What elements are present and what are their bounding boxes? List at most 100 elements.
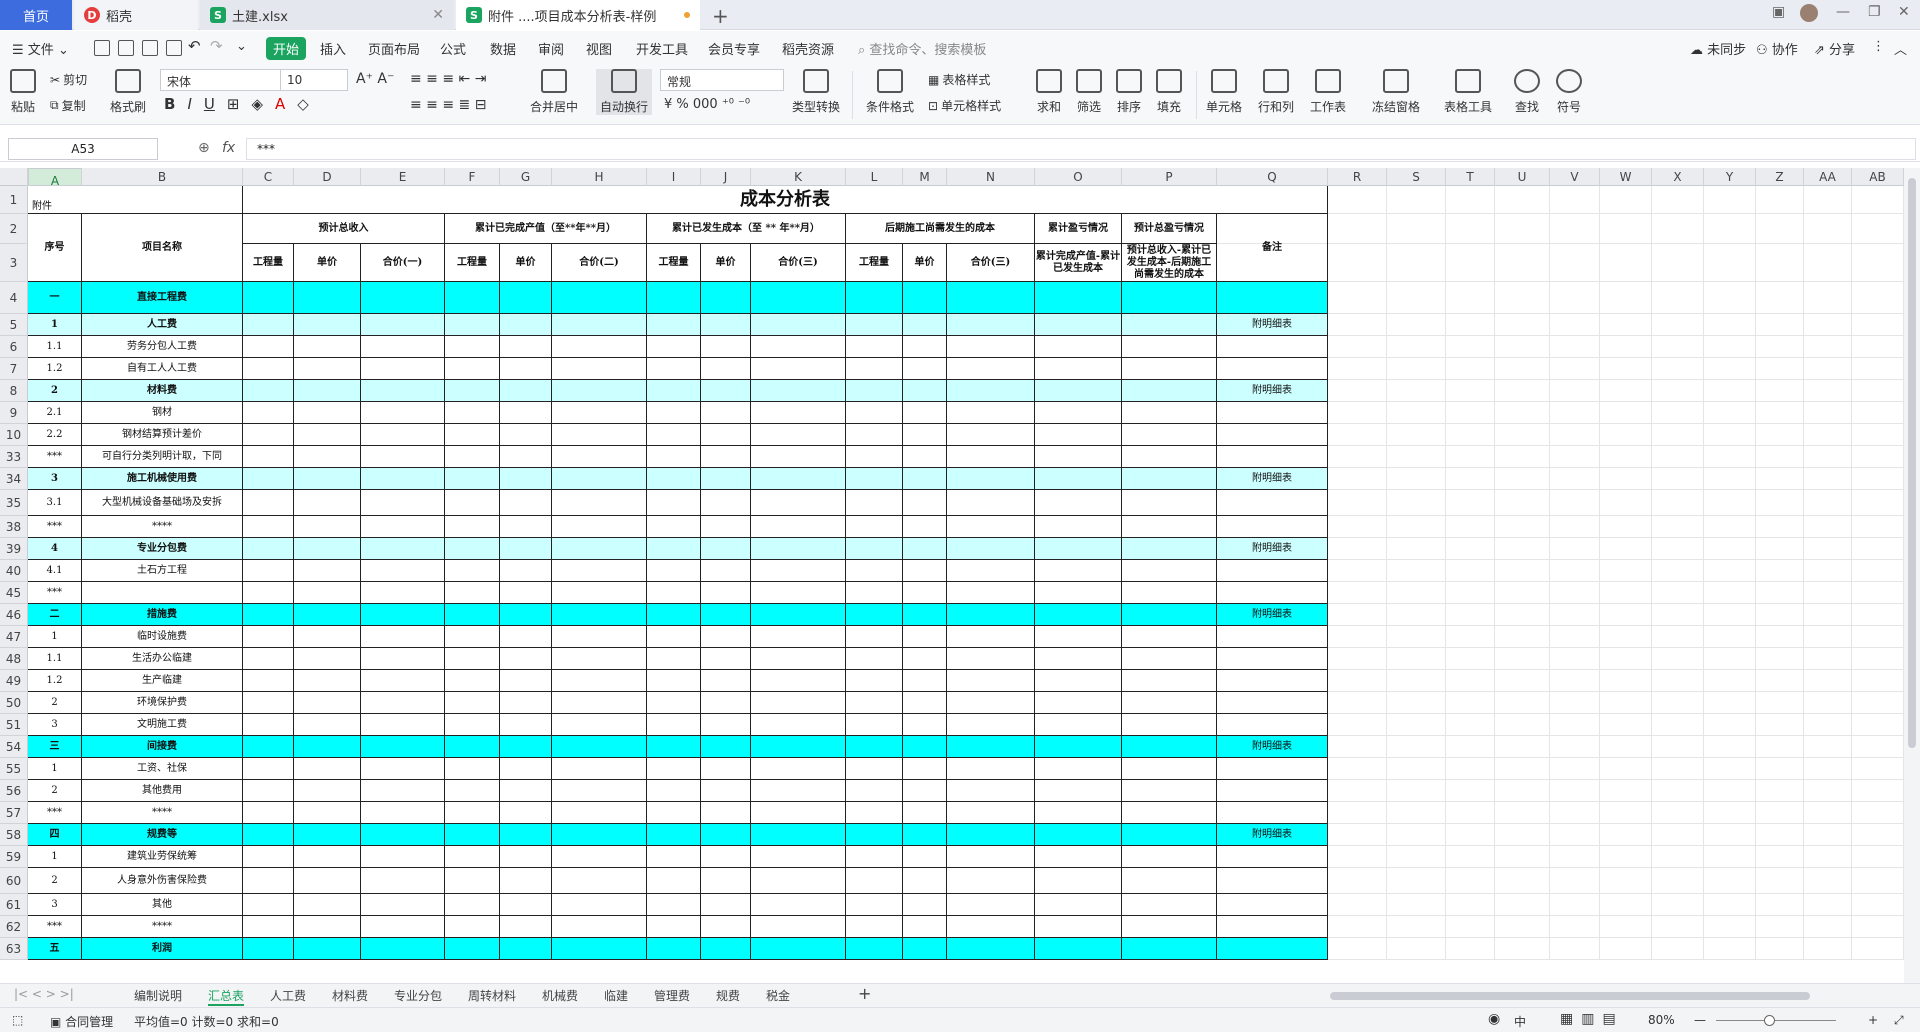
empty-cell[interactable]	[1446, 692, 1495, 714]
empty-cell[interactable]	[1550, 244, 1600, 282]
bold-icon[interactable]: B	[164, 95, 175, 113]
header-sub[interactable]: 预计总收入-累计已发生成本-后期施工尚需发生的成本	[1122, 244, 1217, 282]
table-cell[interactable]	[243, 780, 294, 802]
table-cell[interactable]	[500, 604, 552, 626]
share-button[interactable]: ⇗ 分享	[1814, 39, 1855, 58]
table-cell[interactable]	[243, 670, 294, 692]
empty-cell[interactable]	[1704, 916, 1756, 938]
empty-cell[interactable]	[1704, 424, 1756, 446]
close-window-icon[interactable]: ✕	[1898, 4, 1910, 20]
table-cell[interactable]	[846, 282, 903, 314]
empty-cell[interactable]	[1387, 604, 1446, 626]
table-cell[interactable]	[552, 824, 647, 846]
empty-cell[interactable]	[1756, 560, 1804, 582]
table-cell[interactable]	[647, 516, 701, 538]
table-cell[interactable]	[243, 626, 294, 648]
empty-cell[interactable]	[1852, 468, 1904, 490]
note-cell[interactable]	[1217, 758, 1328, 780]
number-format-select[interactable]: 常规	[660, 69, 784, 91]
table-cell[interactable]	[701, 358, 751, 380]
seq-cell[interactable]: 1.1	[28, 336, 82, 358]
empty-cell[interactable]	[1446, 314, 1495, 336]
table-cell[interactable]	[243, 560, 294, 582]
table-cell[interactable]	[552, 626, 647, 648]
row-header[interactable]: 55	[0, 758, 28, 780]
empty-cell[interactable]	[1756, 538, 1804, 560]
column-header-o[interactable]: O	[1035, 168, 1122, 186]
table-cell[interactable]	[1035, 358, 1122, 380]
empty-cell[interactable]	[1804, 626, 1852, 648]
row-header[interactable]: 57	[0, 802, 28, 824]
quick-access-more-icon[interactable]: ⌄	[236, 39, 247, 54]
table-cell[interactable]	[701, 868, 751, 894]
empty-cell[interactable]	[1804, 714, 1852, 736]
table-cell[interactable]	[445, 626, 500, 648]
empty-cell[interactable]	[1550, 916, 1600, 938]
empty-cell[interactable]	[1495, 314, 1550, 336]
empty-cell[interactable]	[1600, 380, 1652, 402]
type-convert-button[interactable]: 类型转换	[792, 69, 840, 115]
table-cell[interactable]	[751, 336, 846, 358]
note-cell[interactable]	[1217, 358, 1328, 380]
tab-home[interactable]: 首页	[0, 0, 72, 30]
tab-docer[interactable]: D 稻壳	[74, 0, 198, 30]
table-cell[interactable]	[903, 468, 947, 490]
command-search[interactable]: ⌕ 查找命令、搜索模板	[858, 39, 986, 58]
table-cell[interactable]	[647, 560, 701, 582]
empty-cell[interactable]	[1446, 916, 1495, 938]
empty-cell[interactable]	[1756, 244, 1804, 282]
empty-cell[interactable]	[1852, 336, 1904, 358]
table-cell[interactable]	[1035, 714, 1122, 736]
row-header[interactable]: 63	[0, 938, 28, 960]
table-cell[interactable]	[947, 736, 1035, 758]
empty-cell[interactable]	[1704, 560, 1756, 582]
empty-cell[interactable]	[1652, 538, 1704, 560]
table-cell[interactable]	[294, 692, 361, 714]
empty-cell[interactable]	[1852, 282, 1904, 314]
empty-cell[interactable]	[1446, 824, 1495, 846]
empty-cell[interactable]	[1600, 868, 1652, 894]
empty-cell[interactable]	[1600, 336, 1652, 358]
empty-cell[interactable]	[1756, 424, 1804, 446]
empty-cell[interactable]	[1600, 648, 1652, 670]
empty-cell[interactable]	[1756, 938, 1804, 960]
table-cell[interactable]	[552, 560, 647, 582]
table-cell[interactable]	[1122, 670, 1217, 692]
table-cell[interactable]	[751, 626, 846, 648]
empty-cell[interactable]	[1550, 282, 1600, 314]
seq-cell[interactable]: 1	[28, 758, 82, 780]
empty-cell[interactable]	[1328, 736, 1387, 758]
empty-cell[interactable]	[1852, 244, 1904, 282]
table-cell[interactable]	[846, 336, 903, 358]
empty-cell[interactable]	[1600, 780, 1652, 802]
table-cell[interactable]	[243, 894, 294, 916]
sheet-tab[interactable]: 汇总表	[208, 987, 245, 1006]
table-cell[interactable]	[500, 516, 552, 538]
table-cell[interactable]	[361, 736, 445, 758]
table-cell[interactable]	[1122, 736, 1217, 758]
empty-cell[interactable]	[1495, 358, 1550, 380]
name-cell[interactable]: 建筑业劳保统筹	[82, 846, 243, 868]
table-cell[interactable]	[751, 868, 846, 894]
empty-cell[interactable]	[1550, 802, 1600, 824]
header-sub[interactable]: 合价(三)	[751, 244, 846, 282]
empty-cell[interactable]	[1652, 516, 1704, 538]
empty-cell[interactable]	[1804, 692, 1852, 714]
preview-icon[interactable]	[166, 40, 182, 56]
table-cell[interactable]	[1035, 424, 1122, 446]
table-cell[interactable]	[552, 468, 647, 490]
table-cell[interactable]	[947, 358, 1035, 380]
empty-cell[interactable]	[1600, 938, 1652, 960]
empty-cell[interactable]	[1387, 714, 1446, 736]
table-cell[interactable]	[1035, 560, 1122, 582]
close-icon[interactable]: ✕	[432, 7, 444, 23]
empty-cell[interactable]	[1704, 846, 1756, 868]
table-cell[interactable]	[846, 468, 903, 490]
empty-cell[interactable]	[1804, 604, 1852, 626]
table-cell[interactable]	[903, 424, 947, 446]
table-cell[interactable]	[701, 670, 751, 692]
table-cell[interactable]	[1122, 758, 1217, 780]
empty-cell[interactable]	[1446, 736, 1495, 758]
empty-cell[interactable]	[1804, 186, 1852, 214]
table-cell[interactable]	[1035, 402, 1122, 424]
